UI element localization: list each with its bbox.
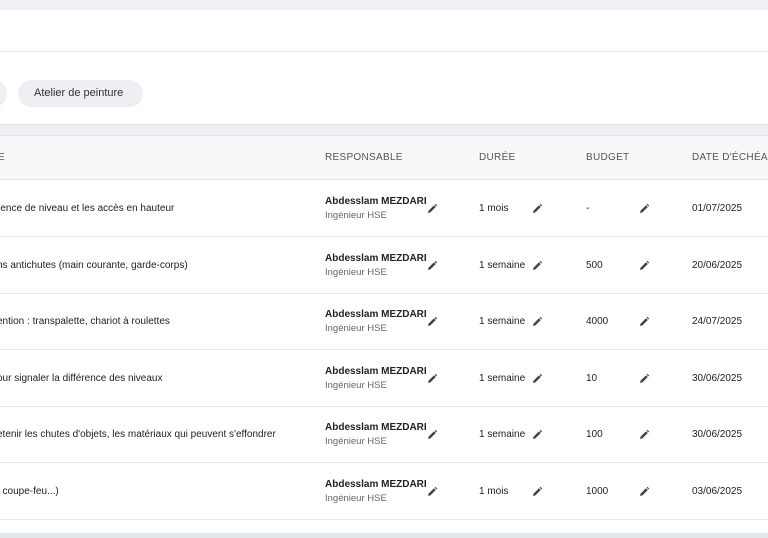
table-row[interactable]: rence de niveau et les accès en hauteur A… xyxy=(0,180,768,237)
responsable-name: Abdesslam MEZDARI xyxy=(325,422,427,433)
edit-budget-icon[interactable] xyxy=(638,315,650,327)
duration-value: 1 mois xyxy=(479,203,509,214)
responsable-role: Ingénieur HSE xyxy=(325,436,387,447)
filter-chip-partial[interactable] xyxy=(0,80,7,107)
duration-value: 1 semaine xyxy=(479,429,526,440)
header-echeance[interactable]: DATE D'ÉCHÉAN xyxy=(692,152,768,163)
responsable-role: Ingénieur HSE xyxy=(325,379,387,391)
responsable-role: Ingénieur HSE xyxy=(325,492,387,504)
edit-responsable-icon[interactable] xyxy=(426,202,438,214)
edit-duration-icon[interactable] xyxy=(531,428,543,440)
edit-duration-icon[interactable] xyxy=(531,315,543,327)
edit-responsable-icon[interactable] xyxy=(426,259,438,271)
responsable-role: Ingénieur HSE xyxy=(325,210,387,221)
due-date-value: 30/06/2025 xyxy=(692,429,743,440)
due-date-value: 20/06/2025 xyxy=(692,259,743,271)
budget-value: 500 xyxy=(586,259,603,271)
edit-budget-icon[interactable] xyxy=(638,485,650,497)
window-top-strip xyxy=(0,0,768,10)
header-responsable[interactable]: RESPONSABLE xyxy=(325,152,403,163)
table-row[interactable]: our signaler la différence des niveaux Ab… xyxy=(0,350,768,407)
responsable-name: Abdesslam MEZDARI xyxy=(325,365,427,377)
due-date-value: 03/06/2025 xyxy=(692,485,743,497)
row-description: our signaler la différence des niveaux xyxy=(0,372,163,384)
actions-table: E RESPONSABLE DURÉE BUDGET DATE D'ÉCHÉAN… xyxy=(0,135,768,534)
section-gap xyxy=(0,125,768,135)
filter-bar: Atelier de peinture xyxy=(0,52,768,125)
edit-budget-icon[interactable] xyxy=(638,372,650,384)
responsable-name: Abdesslam MEZDARI xyxy=(325,309,427,320)
edit-duration-icon[interactable] xyxy=(531,259,543,271)
row-description: ns antichutes (main courante, garde-corp… xyxy=(0,259,188,271)
budget-value: 100 xyxy=(586,429,603,440)
row-description: etenir les chutes d'objets, les matériau… xyxy=(0,429,276,440)
edit-duration-icon[interactable] xyxy=(531,372,543,384)
top-bar xyxy=(0,10,768,52)
responsable-role: Ingénieur HSE xyxy=(325,266,387,278)
header-action[interactable]: E xyxy=(0,152,5,163)
row-description: ention : transpalette, chariot à roulett… xyxy=(0,316,170,327)
responsable-name: Abdesslam MEZDARI xyxy=(325,478,427,490)
responsable-name: Abdesslam MEZDARI xyxy=(325,196,427,207)
budget-value: 1000 xyxy=(586,485,609,497)
due-date-value: 01/07/2025 xyxy=(692,203,743,214)
budget-value: 4000 xyxy=(586,316,609,327)
duration-value: 1 semaine xyxy=(479,259,526,271)
row-description: , coupe-feu...) xyxy=(0,485,59,497)
responsable-name: Abdesslam MEZDARI xyxy=(325,252,427,264)
filter-chip-atelier[interactable]: Atelier de peinture xyxy=(18,80,143,107)
duration-value: 1 semaine xyxy=(479,372,526,384)
table-row[interactable]: ns antichutes (main courante, garde-corp… xyxy=(0,237,768,294)
edit-budget-icon[interactable] xyxy=(638,428,650,440)
table-row[interactable]: , coupe-feu...) Abdesslam MEZDARI Ingénieu… xyxy=(0,463,768,520)
edit-responsable-icon[interactable] xyxy=(426,372,438,384)
bottom-strip xyxy=(0,533,768,538)
budget-value: 10 xyxy=(586,372,598,384)
header-budget[interactable]: BUDGET xyxy=(586,152,629,163)
budget-value: - xyxy=(586,203,590,214)
edit-responsable-icon[interactable] xyxy=(426,428,438,440)
edit-responsable-icon[interactable] xyxy=(426,485,438,497)
due-date-value: 24/07/2025 xyxy=(692,316,743,327)
responsable-role: Ingénieur HSE xyxy=(325,323,387,334)
table-row[interactable]: ention : transpalette, chariot à roulett… xyxy=(0,293,768,350)
duration-value: 1 mois xyxy=(479,485,509,497)
due-date-value: 30/06/2025 xyxy=(692,372,743,384)
header-duree[interactable]: DURÉE xyxy=(479,152,516,163)
table-row[interactable]: etenir les chutes d'objets, les matériau… xyxy=(0,406,768,463)
edit-budget-icon[interactable] xyxy=(638,202,650,214)
edit-budget-icon[interactable] xyxy=(638,259,650,271)
edit-responsable-icon[interactable] xyxy=(426,315,438,327)
duration-value: 1 semaine xyxy=(479,316,526,327)
row-description: rence de niveau et les accès en hauteur xyxy=(0,203,175,214)
table-header: E RESPONSABLE DURÉE BUDGET DATE D'ÉCHÉAN xyxy=(0,136,768,180)
edit-duration-icon[interactable] xyxy=(531,485,543,497)
edit-duration-icon[interactable] xyxy=(531,202,543,214)
